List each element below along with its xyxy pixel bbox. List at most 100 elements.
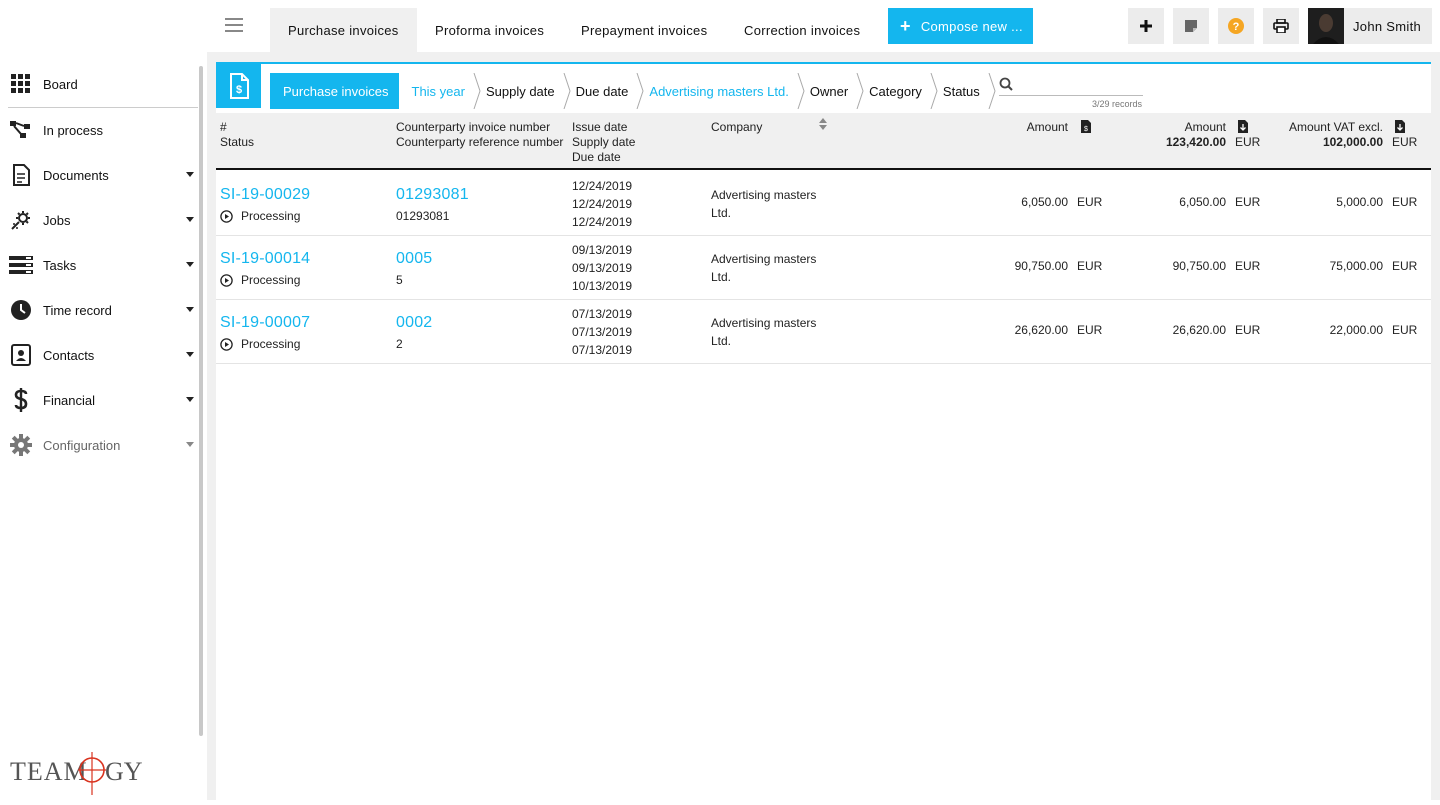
table-row[interactable]: SI-19-00007 Processing 0002 2 07/13/2019… [216,300,1431,364]
breadcrumb-owner[interactable]: Owner [797,73,864,109]
col-company[interactable]: Company [711,120,762,135]
status-label: Processing [241,273,301,287]
cell-number-status: SI-19-00014 Processing [220,250,310,289]
counterparty-invoice-link[interactable]: 0002 [396,314,432,332]
add-button[interactable] [1128,8,1164,44]
col-dates[interactable]: Issue date Supply date Due date [572,120,635,165]
header-company: Company [711,120,763,134]
print-button[interactable] [1263,8,1299,44]
breadcrumb-label: This year [411,83,465,99]
invoice-number-link[interactable]: SI-19-00014 [220,250,310,268]
cell-company: Advertising masters Ltd. [711,250,816,286]
avatar [1308,8,1344,44]
col-number-status[interactable]: # Status [220,120,254,150]
invoice-number-link[interactable]: SI-19-00029 [220,186,310,204]
table-row[interactable]: SI-19-00029 Processing 01293081 01293081… [216,172,1431,236]
sidebar-item-financial[interactable]: Financial [8,378,198,422]
sidebar-item-label: Tasks [43,257,77,273]
breadcrumb: Purchase invoices This year Supply date … [270,73,996,109]
company-name: Advertising masters [711,188,817,202]
breadcrumb-status[interactable]: Status [930,73,996,109]
cell-counterparty: 01293081 01293081 [396,186,469,225]
help-button[interactable]: ? [1218,8,1254,44]
notes-button[interactable] [1173,8,1209,44]
chevron-down-icon [186,397,194,402]
user-name: John Smith [1353,18,1422,34]
col-counterparty[interactable]: Counterparty invoice number Counterparty… [396,120,563,150]
breadcrumb-this-year[interactable]: This year [399,73,481,109]
sidebar-item-label: Jobs [43,212,71,228]
user-menu[interactable]: John Smith [1308,8,1432,44]
breadcrumb-supply-date[interactable]: Supply date [473,73,571,109]
issue-date: 07/13/2019 [572,307,633,321]
due-date: 12/24/2019 [572,215,633,229]
svg-text:$: $ [1084,126,1088,133]
status-label: Processing [241,209,301,223]
status: Processing [220,335,310,353]
sidebar-item-configuration[interactable]: Configuration [8,423,198,467]
amount-vat: 5,000.00 [1336,195,1383,209]
header-status: Status [220,135,255,149]
process-icon [8,118,34,142]
amount-2: 90,750.00 [1172,259,1226,273]
amount-currency: EUR [1077,323,1103,337]
print-icon [1273,19,1289,33]
amount-vat: 22,000.00 [1329,323,1383,337]
tab-purchase-invoices[interactable]: Purchase invoices [270,8,417,52]
col-amount-vat[interactable]: Amount VAT excl. 102,000.00 [1256,120,1383,150]
company-name: Advertising masters [711,252,817,266]
company-name-line2: Ltd. [711,270,732,284]
sidebar-item-time-record[interactable]: Time record [8,288,198,332]
table-row[interactable]: SI-19-00014 Processing 0005 5 09/13/2019… [216,236,1431,300]
jobs-icon [8,208,34,232]
counterparty-invoice-link[interactable]: 0005 [396,250,432,268]
status: Processing [220,271,310,289]
tab-correction-invoices[interactable]: Correction invoices [726,8,878,52]
sidebar-item-label: Configuration [43,437,121,453]
sort-icon[interactable] [819,118,827,130]
breadcrumb-label: Advertising masters Ltd. [649,83,789,99]
tab-proforma-invoices[interactable]: Proforma invoices [417,8,562,52]
header-hash: # [220,120,227,134]
chevron-down-icon [186,352,194,357]
teamology-logo: TEAM GY [8,750,148,800]
clock-icon [8,298,34,322]
sidebar-item-label: Contacts [43,347,95,363]
col-amount[interactable]: Amount [996,120,1068,135]
hamburger-menu-icon[interactable] [225,18,243,32]
sidebar-item-documents[interactable]: Documents [8,153,198,197]
export-file-icon[interactable]: $ [1081,120,1091,133]
col-amount-2[interactable]: Amount 123,420.00 [1116,120,1226,150]
breadcrumb-category[interactable]: Category [856,73,938,109]
svg-text:$: $ [235,84,241,96]
company-name-line2: Ltd. [711,334,732,348]
breadcrumb-due-date[interactable]: Due date [563,73,644,109]
cell-counterparty: 0002 2 [396,314,432,353]
sidebar-item-in-process[interactable]: In process [8,108,198,152]
invoice-number-link[interactable]: SI-19-00007 [220,314,310,332]
chevron-down-icon [186,217,194,222]
records-count: 3/29 records [1092,99,1143,109]
tab-prepayment-invoices[interactable]: Prepayment invoices [563,8,725,52]
sidebar-item-tasks[interactable]: Tasks [8,243,198,287]
amount-vat-currency: EUR [1392,323,1418,337]
sidebar-scrollbar[interactable] [199,66,203,736]
contacts-icon [8,343,34,367]
download-file-icon[interactable] [1238,120,1248,133]
counterparty-invoice-link[interactable]: 01293081 [396,186,469,204]
download-file-icon[interactable] [1395,120,1405,133]
status-label: Processing [241,337,301,351]
breadcrumb-company[interactable]: Advertising masters Ltd. [636,73,805,109]
supply-date: 07/13/2019 [572,325,633,339]
breadcrumb-purchase-invoices[interactable]: Purchase invoices [270,73,399,109]
compose-new-button[interactable]: + Compose new ... [888,8,1033,44]
sidebar-item-contacts[interactable]: Contacts [8,333,198,377]
search-input[interactable] [999,78,1143,96]
counterparty-reference: 2 [396,337,403,351]
sidebar-item-jobs[interactable]: Jobs [8,198,198,242]
header-amount-vat-total: 102,000.00 [1322,135,1383,149]
main-panel: $ Purchase invoices This year Supply dat… [207,52,1440,800]
compose-label: Compose new ... [920,18,1023,34]
sidebar-item-board[interactable]: Board [8,62,198,106]
svg-text:TEAM: TEAM [10,757,88,786]
